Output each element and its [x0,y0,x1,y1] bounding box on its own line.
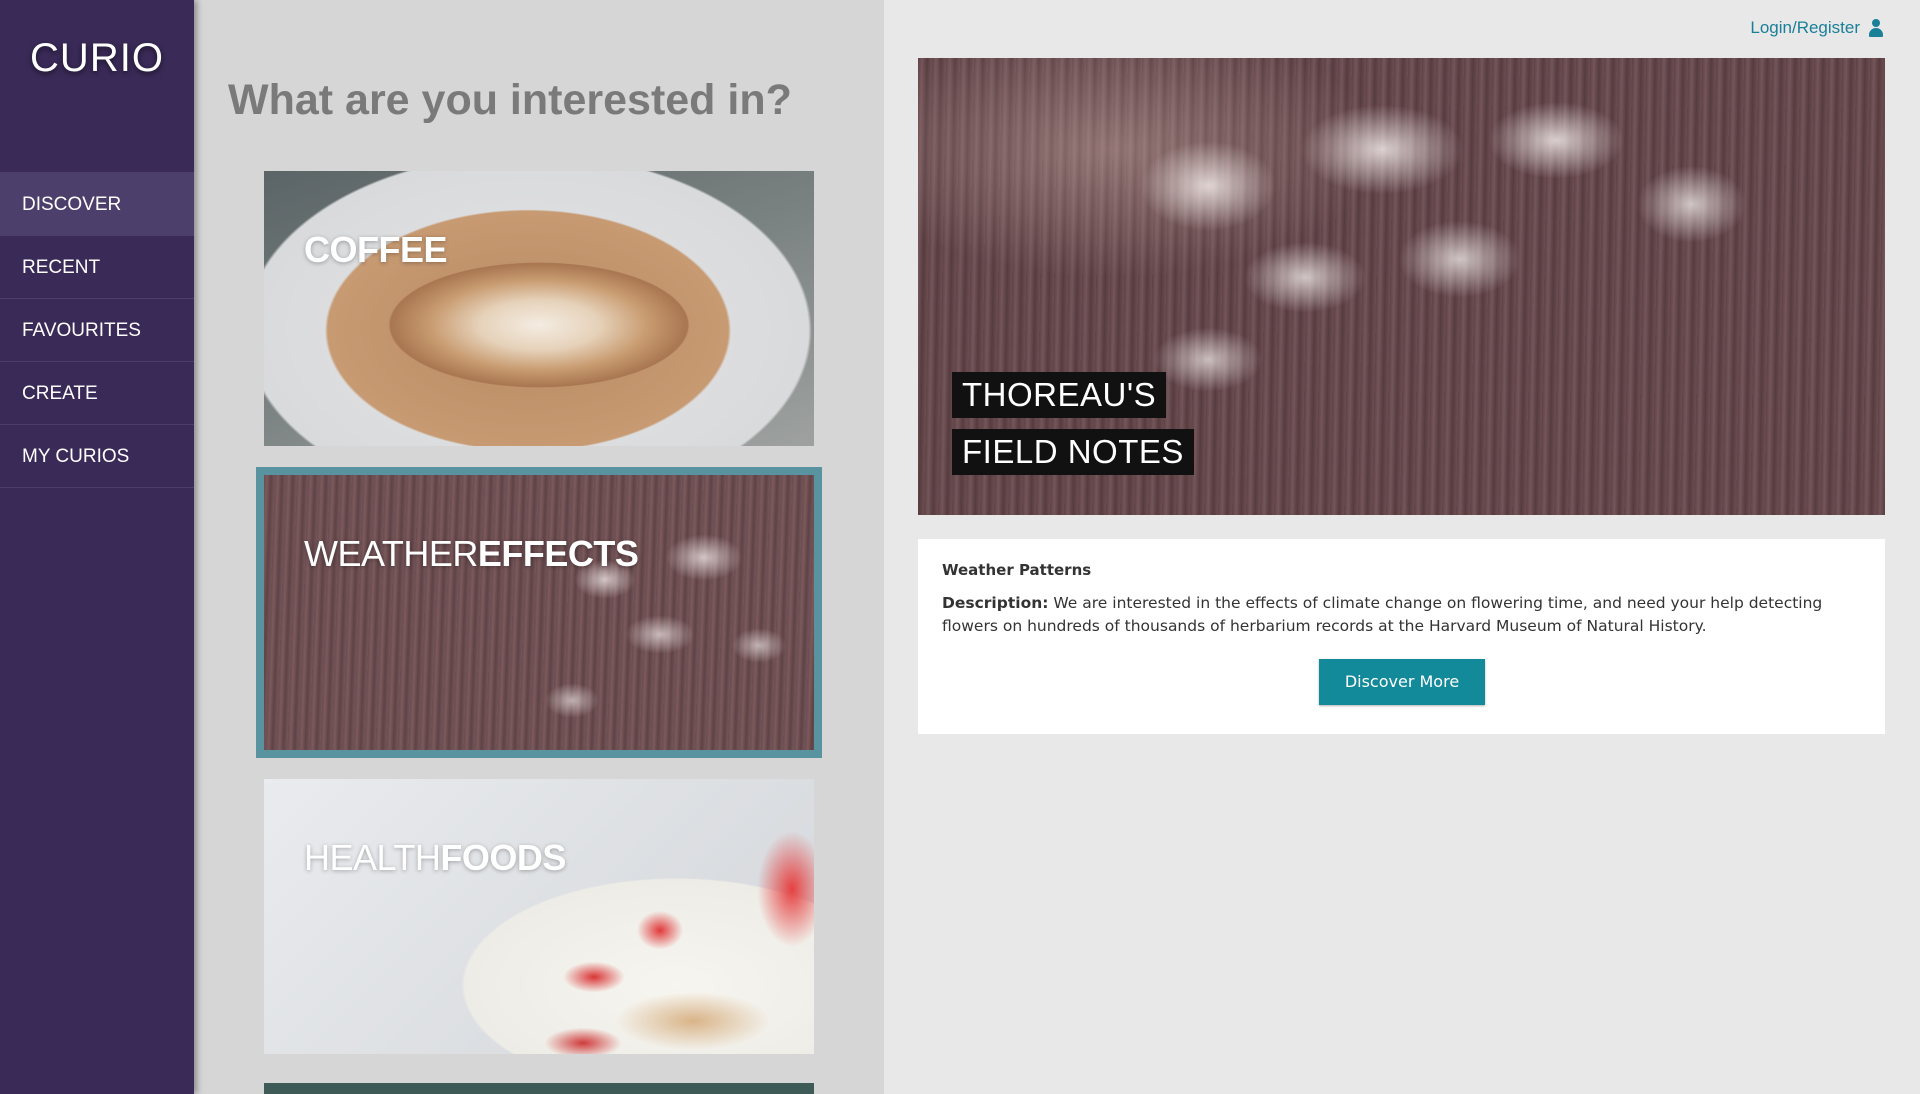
user-icon [1868,19,1884,37]
detail-description: Description: We are interested in the ef… [942,592,1861,638]
hero-title-line2: FIELD NOTES [952,429,1194,475]
interest-card-title-bold: FOODS [440,837,566,878]
interest-card-coffee[interactable]: COFFEE [264,171,814,446]
interest-card-title: WEATHEREFFECTS [304,533,639,575]
interest-card-title: HEALTHFOODS [304,837,566,879]
detail-hero-image: THOREAU'S FIELD NOTES [918,58,1885,515]
sidebar-nav: DISCOVER RECENT FAVOURITES CREATE MY CUR… [0,172,194,488]
description-label: Description: [942,594,1049,612]
sidebar-item-recent[interactable]: RECENT [0,236,194,299]
interest-card-weather-effects[interactable]: WEATHEREFFECTS [256,467,822,758]
interests-panel: What are you interested in? COFFEE WEATH… [194,0,884,1094]
interest-card-title-bold: EFFECTS [477,533,639,574]
interest-card-title-light: HEALTH [304,837,441,878]
description-text: We are interested in the effects of clim… [942,594,1823,635]
interest-card-health-foods[interactable]: HEALTHFOODS [264,779,814,1054]
discover-more-button[interactable]: Discover More [1319,659,1485,705]
interest-card-title-bold: COFFEE [304,229,448,270]
sidebar: CURIO DISCOVER RECENT FAVOURITES CREATE … [0,0,194,1094]
page-title: What are you interested in? [228,76,792,124]
detail-info-panel: Weather Patterns Description: We are int… [918,539,1885,734]
app-logo[interactable]: CURIO [0,36,194,81]
interest-card-next[interactable] [264,1083,814,1094]
login-register-link[interactable]: Login/Register [1750,18,1884,38]
interest-card-title-light: WEATHER [304,533,478,574]
login-register-label: Login/Register [1750,18,1860,37]
sidebar-item-discover[interactable]: DISCOVER [0,173,194,236]
detail-title: Weather Patterns [942,561,1092,579]
sidebar-item-my-curios[interactable]: MY CURIOS [0,425,194,488]
sidebar-item-create[interactable]: CREATE [0,362,194,425]
sidebar-item-favourites[interactable]: FAVOURITES [0,299,194,362]
hero-title-line1: THOREAU'S [952,372,1167,418]
interest-card-title: COFFEE [304,229,448,271]
